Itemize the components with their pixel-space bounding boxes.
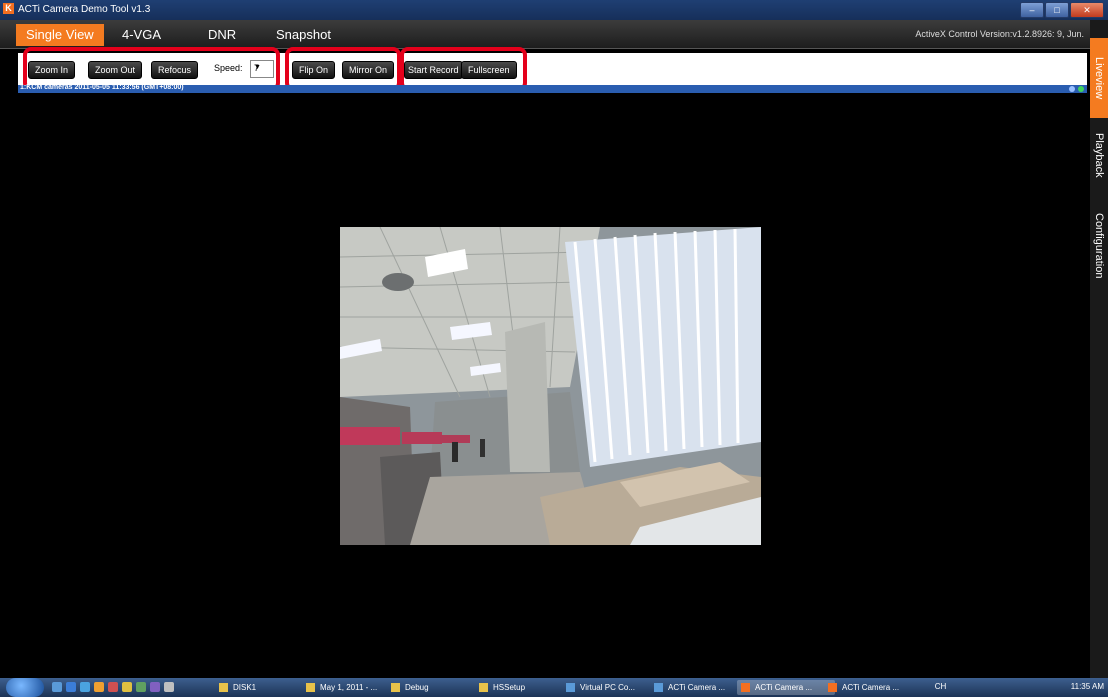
taskbar-item[interactable]: ACTi Camera ... <box>737 680 835 695</box>
quicklaunch-icon[interactable] <box>122 682 132 692</box>
camera-title: 1:KCM cameras 2011-05-05 11:33:56 (GMT+0… <box>20 84 184 91</box>
maximize-button[interactable]: □ <box>1045 2 1069 18</box>
quicklaunch-icon[interactable] <box>136 682 146 692</box>
tab-snapshot[interactable]: Snapshot <box>266 24 341 46</box>
quicklaunch-icon[interactable] <box>164 682 174 692</box>
minimize-button[interactable]: – <box>1020 2 1044 18</box>
view-title-bar: 1:KCM cameras 2011-05-05 11:33:56 (GMT+0… <box>18 84 1087 93</box>
side-tab-playback[interactable]: Playback <box>1090 120 1108 190</box>
minimize-icon: – <box>1029 5 1035 15</box>
tab-single-view[interactable]: Single View <box>16 24 104 46</box>
clock[interactable]: 11:35 AM <box>1071 682 1104 691</box>
view-status-icon[interactable] <box>1078 86 1084 92</box>
app-logo-icon: K <box>3 3 14 14</box>
side-tab-configuration[interactable]: Configuration <box>1090 196 1108 296</box>
start-button[interactable] <box>6 678 44 697</box>
window-title: ACTi Camera Demo Tool v1.3 <box>18 4 151 15</box>
activex-version: ActiveX Control Version:v1.2.8926: 9, Ju… <box>915 29 1084 39</box>
taskbar-item[interactable]: May 1, 2011 - ... <box>302 680 398 695</box>
system-tray: CH 11:35 AM <box>935 682 1104 691</box>
side-tab-liveview[interactable]: Liveview <box>1090 38 1108 118</box>
quicklaunch-icon[interactable] <box>108 682 118 692</box>
quicklaunch-icon[interactable] <box>94 682 104 692</box>
title-bar: K ACTi Camera Demo Tool v1.3 – □ ✕ <box>0 0 1108 20</box>
taskbar-item[interactable]: Debug <box>387 680 485 695</box>
maximize-icon: □ <box>1054 5 1060 15</box>
quicklaunch-icon[interactable] <box>66 682 76 692</box>
quicklaunch-icon[interactable] <box>150 682 160 692</box>
side-tab-bar: Liveview Playback Configuration <box>1090 20 1108 678</box>
tab-dnr[interactable]: DNR <box>198 24 246 46</box>
taskbar-item[interactable]: Virtual PC Co... <box>562 680 660 695</box>
os-taskbar: DISK1 May 1, 2011 - ... Debug HSSetup Vi… <box>0 678 1108 697</box>
taskbar-item[interactable]: ACTi Camera ... <box>824 680 922 695</box>
taskbar-item[interactable]: HSSetup <box>475 680 573 695</box>
tab-4-vga[interactable]: 4-VGA <box>112 24 171 46</box>
quicklaunch-icon[interactable] <box>52 682 62 692</box>
tab-bar: Single View 4-VGA DNR Snapshot ActiveX C… <box>0 20 1090 49</box>
quicklaunch-icon[interactable] <box>80 682 90 692</box>
language-indicator[interactable]: CH <box>935 682 947 691</box>
view-minimize-icon[interactable] <box>1069 86 1075 92</box>
taskbar-item[interactable]: DISK1 <box>215 680 313 695</box>
close-button[interactable]: ✕ <box>1070 2 1104 18</box>
camera-feed-image <box>340 227 761 545</box>
close-icon: ✕ <box>1083 5 1091 15</box>
taskbar-item[interactable]: ACTi Camera ... <box>650 680 748 695</box>
